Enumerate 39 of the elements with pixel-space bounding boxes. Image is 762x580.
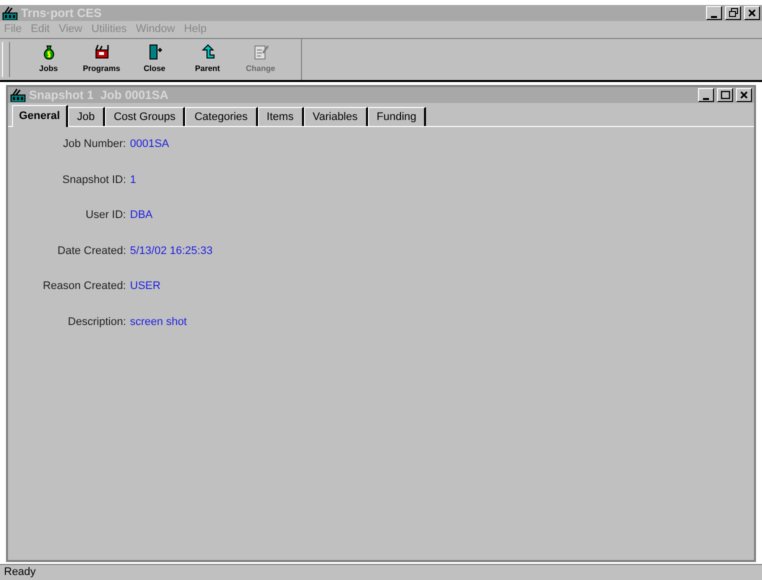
door-exit-icon: [146, 44, 162, 60]
field-value: 1: [130, 172, 136, 188]
tab[interactable]: Funding: [368, 107, 426, 126]
field-value: screen shot: [130, 314, 187, 330]
clapboard-icon: [94, 44, 110, 60]
close-icon: [738, 89, 750, 101]
field-label: Job Number:: [62, 137, 126, 152]
close-button[interactable]: [736, 88, 752, 102]
tab[interactable]: General: [12, 105, 68, 127]
restore-button[interactable]: [725, 6, 741, 20]
tab[interactable]: Job: [68, 107, 105, 126]
app-icon: [2, 6, 18, 20]
tab[interactable]: Categories: [185, 107, 258, 126]
field-label: Snapshot ID:: [61, 172, 126, 188]
minimize-icon: [711, 16, 717, 18]
close-icon: [746, 7, 758, 19]
status-text: Ready: [4, 565, 36, 580]
tab[interactable]: Variables: [304, 107, 368, 126]
minimize-button[interactable]: [698, 88, 714, 102]
app-icon: [10, 88, 26, 102]
document-pencil-icon: [252, 44, 268, 60]
field-label: User ID:: [84, 208, 126, 223]
maximize-button[interactable]: [717, 88, 733, 102]
restore-icon: [727, 7, 739, 19]
tab[interactable]: Items: [258, 107, 304, 126]
close-button[interactable]: [744, 6, 760, 20]
minimize-icon: [703, 98, 709, 100]
field-label: Reason Created:: [42, 279, 126, 294]
max-icon: [719, 89, 731, 101]
tab[interactable]: Cost Groups: [104, 107, 186, 126]
field-label: Description:: [66, 314, 126, 330]
field-value: DBA: [130, 208, 153, 223]
field-value: USER: [130, 279, 161, 294]
toolbar-grip[interactable]: [2, 42, 10, 77]
field-value: 5/13/02 16:25:33: [130, 244, 213, 258]
field-label: Date Created:: [56, 244, 126, 258]
up-arrow-icon: [200, 44, 216, 60]
field-value: 0001SA: [130, 137, 170, 152]
minimize-button[interactable]: [706, 6, 722, 20]
